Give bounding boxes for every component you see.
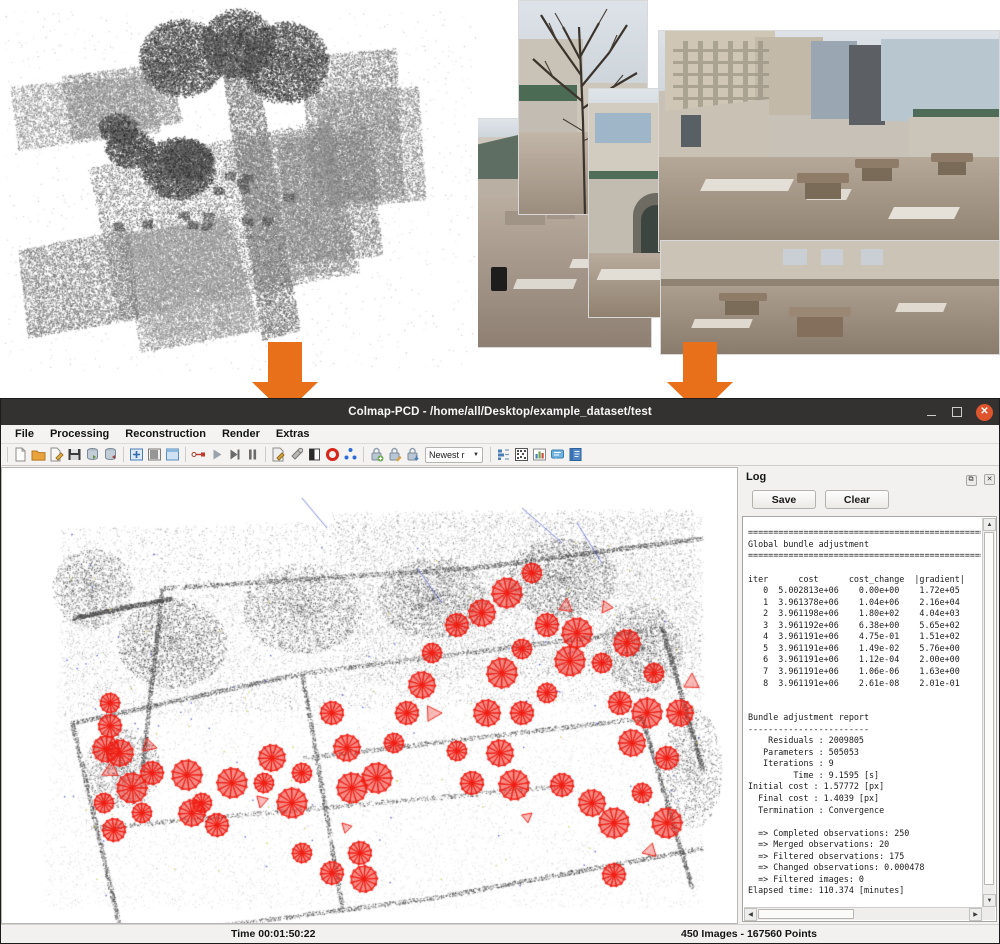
- export-model-icon[interactable]: [102, 446, 119, 463]
- status-elapsed-time: Time 00:01:50:22: [231, 928, 316, 940]
- scrollbar-corner: [982, 907, 995, 920]
- log-horizontal-scrollbar[interactable]: ◀ ▶: [744, 907, 982, 921]
- scroll-right-arrow[interactable]: ▶: [969, 908, 982, 921]
- float-panel-icon[interactable]: ⧉: [965, 474, 977, 486]
- status-model-stats: 450 Images - 167560 Points: [681, 928, 817, 940]
- point-cloud-canvas: [0, 0, 480, 380]
- log-dock-panel: Log ⧉ ✕ Save Clear =====================…: [738, 467, 999, 924]
- wrench-icon[interactable]: [288, 446, 305, 463]
- toolbar-separator: [265, 447, 266, 462]
- model-selector-value: Newest r: [429, 449, 465, 460]
- vertical-scroll-thumb[interactable]: [984, 532, 994, 885]
- toolbar-separator: [185, 447, 186, 462]
- collage-photo-courtyard-right: [658, 30, 1000, 252]
- menu-processing[interactable]: Processing: [42, 426, 117, 442]
- sparse-model-canvas[interactable]: [2, 468, 737, 923]
- toolbar-separator: [123, 447, 124, 462]
- feature-extraction-icon[interactable]: [128, 446, 145, 463]
- menu-bar: File Processing Reconstruction Render Ex…: [1, 425, 999, 444]
- log-panel-header: Log ⧉ ✕: [742, 467, 997, 486]
- save-project-icon[interactable]: [66, 446, 83, 463]
- save-log-button[interactable]: Save: [752, 490, 816, 509]
- bundle-adjustment-icon[interactable]: [270, 446, 287, 463]
- step-forward-icon[interactable]: [226, 446, 243, 463]
- close-button[interactable]: ✕: [976, 403, 993, 421]
- open-project-icon[interactable]: [30, 446, 47, 463]
- chevron-down-icon: ▼: [473, 451, 479, 458]
- minimize-button[interactable]: [924, 405, 938, 419]
- log-header-buttons: ⧉ ✕: [963, 468, 995, 486]
- 3d-model-viewport[interactable]: [1, 467, 738, 924]
- window-controls: ✕: [924, 399, 993, 425]
- main-content: Log ⧉ ✕ Save Clear =====================…: [1, 467, 999, 924]
- scroll-left-arrow[interactable]: ◀: [744, 908, 757, 921]
- menu-render[interactable]: Render: [214, 426, 268, 442]
- collage-photo-tables-bottom: [660, 240, 1000, 355]
- start-reconstruction-icon[interactable]: [190, 446, 207, 463]
- lidar-point-cloud-render: [0, 0, 480, 380]
- match-matrix-icon[interactable]: [513, 446, 530, 463]
- log-actions: Save Clear: [742, 485, 997, 514]
- feature-matching-icon[interactable]: [146, 446, 163, 463]
- lock-add-icon[interactable]: [368, 446, 385, 463]
- points-icon[interactable]: [342, 446, 359, 463]
- toolbar-separator: [363, 447, 364, 462]
- maximize-button[interactable]: [950, 405, 964, 419]
- menu-reconstruction[interactable]: Reconstruction: [117, 426, 214, 442]
- lock-edit-icon[interactable]: [386, 446, 403, 463]
- render-options-icon[interactable]: [306, 446, 323, 463]
- log-panel-title: Log: [746, 471, 767, 483]
- model-selector-combobox[interactable]: Newest r ▼: [425, 446, 483, 463]
- menu-file[interactable]: File: [7, 426, 42, 442]
- horizontal-scroll-thumb[interactable]: [758, 909, 854, 919]
- window-titlebar[interactable]: Colmap-PCD - /home/all/Desktop/example_d…: [1, 399, 999, 425]
- log-text-area[interactable]: ========================================…: [742, 516, 997, 922]
- pause-icon[interactable]: [244, 446, 261, 463]
- model-stats-icon[interactable]: [495, 446, 512, 463]
- database-icon[interactable]: [567, 446, 584, 463]
- photo-collage: [478, 0, 1000, 390]
- edit-project-icon[interactable]: [48, 446, 65, 463]
- status-bar: Time 00:01:50:22 450 Images - 167560 Poi…: [1, 924, 999, 943]
- screenshot-root: Colmap-PCD - /home/all/Desktop/example_d…: [0, 0, 1000, 944]
- statistics-icon[interactable]: [531, 446, 548, 463]
- toolbar-separator: [490, 447, 491, 462]
- colmap-pcd-window: Colmap-PCD - /home/all/Desktop/example_d…: [0, 398, 1000, 944]
- toolbar-separator: [7, 447, 8, 462]
- import-model-icon[interactable]: [84, 446, 101, 463]
- window-title: Colmap-PCD - /home/all/Desktop/example_d…: [348, 406, 652, 418]
- menu-extras[interactable]: Extras: [268, 426, 318, 442]
- log-text-content: ========================================…: [748, 527, 981, 896]
- log-vertical-scrollbar[interactable]: ▲ ▼: [982, 518, 996, 907]
- main-toolbar: Newest r ▼: [1, 444, 999, 466]
- scroll-up-arrow[interactable]: ▲: [983, 518, 996, 531]
- window-icon[interactable]: [164, 446, 181, 463]
- new-project-icon[interactable]: [12, 446, 29, 463]
- log-icon[interactable]: [549, 446, 566, 463]
- clear-log-button[interactable]: Clear: [825, 490, 889, 509]
- close-panel-icon[interactable]: ✕: [984, 473, 995, 485]
- reset-view-icon[interactable]: [324, 446, 341, 463]
- play-icon[interactable]: [208, 446, 225, 463]
- scroll-down-arrow[interactable]: ▼: [983, 894, 996, 907]
- figure-area: [0, 0, 1000, 414]
- lock-down-icon[interactable]: [404, 446, 421, 463]
